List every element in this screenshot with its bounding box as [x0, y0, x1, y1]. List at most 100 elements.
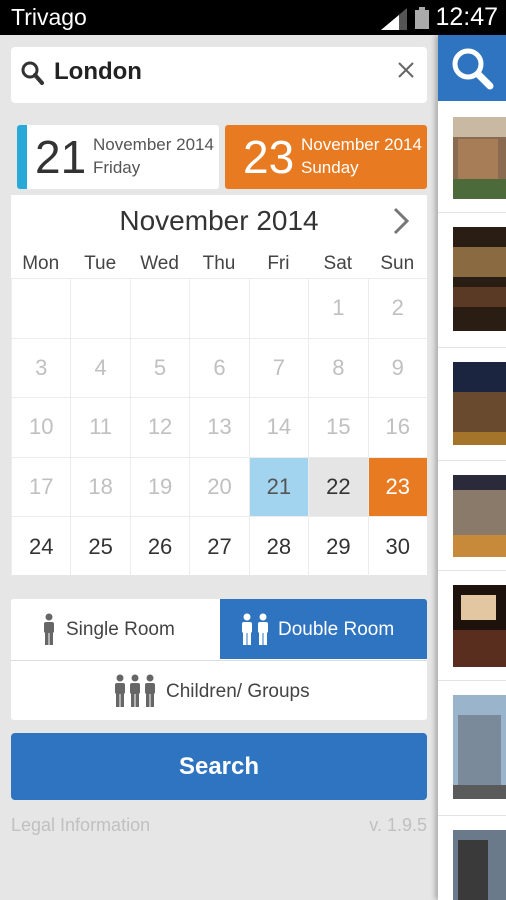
calendar-day[interactable]: 30	[367, 516, 427, 576]
hotel-thumbnail[interactable]	[453, 227, 506, 331]
single-person-icon	[44, 613, 54, 645]
weekday-label: Sat	[323, 253, 353, 274]
calendar-day: 2	[367, 278, 427, 338]
checkout-day: 23	[243, 131, 295, 183]
hotel-photo	[453, 117, 506, 199]
hotel-thumbnail[interactable]	[453, 362, 506, 445]
list-divider	[438, 460, 506, 461]
calendar-empty-cell	[129, 278, 190, 338]
calendar-day: 9	[367, 337, 427, 398]
weekday-label: Tue	[84, 253, 117, 274]
search-icon	[21, 61, 44, 85]
checkout-month: November 2014	[301, 135, 422, 154]
calendar-day-checkin[interactable]: 21	[248, 456, 309, 517]
weekday-label: Fri	[267, 253, 290, 274]
calendar-day: 6	[189, 337, 249, 398]
list-divider	[438, 212, 506, 213]
calendar-day: 1	[308, 278, 368, 338]
calendar-empty-cell	[70, 278, 130, 338]
weekday-label: Wed	[140, 253, 179, 274]
legal-information-link[interactable]: Legal Information	[11, 815, 150, 836]
calendar-day: 14	[248, 397, 309, 457]
checkin-month: November 2014	[93, 135, 214, 154]
calendar-day: 4	[70, 337, 130, 398]
double-room-label: Double Room	[278, 619, 395, 640]
calendar-day: 13	[189, 397, 249, 457]
calendar-day-selected[interactable]: 22	[308, 456, 368, 517]
checkin-date-card[interactable]: 21 November 2014 Friday	[17, 125, 219, 189]
calendar-day: 17	[11, 456, 71, 517]
calendar-day: 18	[70, 456, 130, 517]
search-button[interactable]: Search	[11, 733, 427, 800]
battery-icon	[415, 7, 429, 29]
status-time: 12:47	[435, 3, 498, 31]
calendar-weekday-row: Mon Tue Wed Thu Fri Sat Sun	[11, 253, 427, 279]
version-label: v. 1.9.5	[369, 815, 427, 835]
weekday-label: Mon	[22, 253, 60, 274]
hotel-photo	[453, 362, 506, 445]
destination-input[interactable]: London	[54, 58, 142, 86]
destination-search-box[interactable]: London	[11, 47, 427, 103]
calendar-empty-cell	[248, 278, 309, 338]
calendar-day: 7	[248, 337, 309, 398]
calendar-day[interactable]: 28	[248, 516, 309, 576]
calendar-day[interactable]: 25	[70, 516, 130, 576]
calendar-day[interactable]: 26	[129, 516, 190, 576]
hotel-photo	[453, 830, 506, 900]
calendar-day: 11	[70, 397, 130, 457]
results-side-panel	[438, 35, 506, 900]
group-icon	[115, 674, 155, 707]
results-search-button[interactable]	[438, 35, 506, 101]
hotel-photo	[453, 695, 506, 799]
hotel-thumbnail[interactable]	[453, 475, 506, 557]
children-groups-label: Children/ Groups	[166, 681, 310, 702]
hotel-photo	[453, 475, 506, 557]
search-icon	[452, 48, 494, 90]
calendar-month-title: November 2014	[119, 205, 319, 236]
checkin-weekday: Friday	[93, 158, 141, 177]
calendar: November 2014 Mon Tue Wed Thu Fri Sat Su…	[11, 195, 427, 576]
single-room-label: Single Room	[66, 619, 175, 640]
children-groups-button[interactable]: Children/ Groups	[11, 660, 427, 720]
calendar-day: 16	[367, 397, 427, 457]
hotel-photo	[453, 585, 506, 667]
calendar-day[interactable]: 29	[308, 516, 368, 576]
calendar-empty-cell	[11, 278, 71, 338]
double-person-icon	[242, 613, 268, 645]
search-panel: London 21 November 2014 Friday 23 Novemb…	[0, 35, 438, 900]
single-room-button[interactable]: Single Room	[11, 599, 219, 659]
list-divider	[438, 815, 506, 816]
clear-icon[interactable]	[397, 61, 415, 79]
checkout-weekday: Sunday	[301, 158, 359, 177]
calendar-day[interactable]: 27	[189, 516, 249, 576]
hotel-thumbnail[interactable]	[453, 695, 506, 799]
calendar-grid: 1 2 3 4 5 6 7 8 9 10 11 12 13 14 15 16 1…	[11, 278, 427, 576]
chevron-right-icon[interactable]	[393, 207, 409, 235]
calendar-day-checkout[interactable]: 23	[367, 456, 427, 517]
calendar-day: 15	[308, 397, 368, 457]
calendar-day[interactable]: 24	[11, 516, 71, 576]
list-divider	[438, 570, 506, 571]
hotel-thumbnail[interactable]	[453, 117, 506, 199]
calendar-day: 8	[308, 337, 368, 398]
weekday-label: Thu	[202, 253, 236, 274]
calendar-day: 5	[129, 337, 190, 398]
calendar-empty-cell	[189, 278, 249, 338]
list-divider	[438, 347, 506, 348]
hotel-thumbnail[interactable]	[453, 830, 506, 900]
checkout-date-card[interactable]: 23 November 2014 Sunday	[225, 125, 427, 189]
list-divider	[438, 680, 506, 681]
calendar-day: 19	[129, 456, 190, 517]
weekday-label: Sun	[380, 253, 415, 274]
hotel-thumbnail[interactable]	[453, 585, 506, 667]
checkin-day: 21	[35, 131, 87, 183]
checkin-stripe	[17, 125, 27, 189]
calendar-day: 20	[189, 456, 249, 517]
calendar-day: 3	[11, 337, 71, 398]
double-room-button[interactable]: Double Room	[220, 599, 427, 659]
status-bar: Trivago 12:47	[0, 0, 506, 35]
calendar-day: 12	[129, 397, 190, 457]
room-type-selector: Single Room Double Room Children/ Groups	[11, 599, 427, 720]
calendar-day: 10	[11, 397, 71, 457]
status-app-name: Trivago	[11, 4, 87, 30]
